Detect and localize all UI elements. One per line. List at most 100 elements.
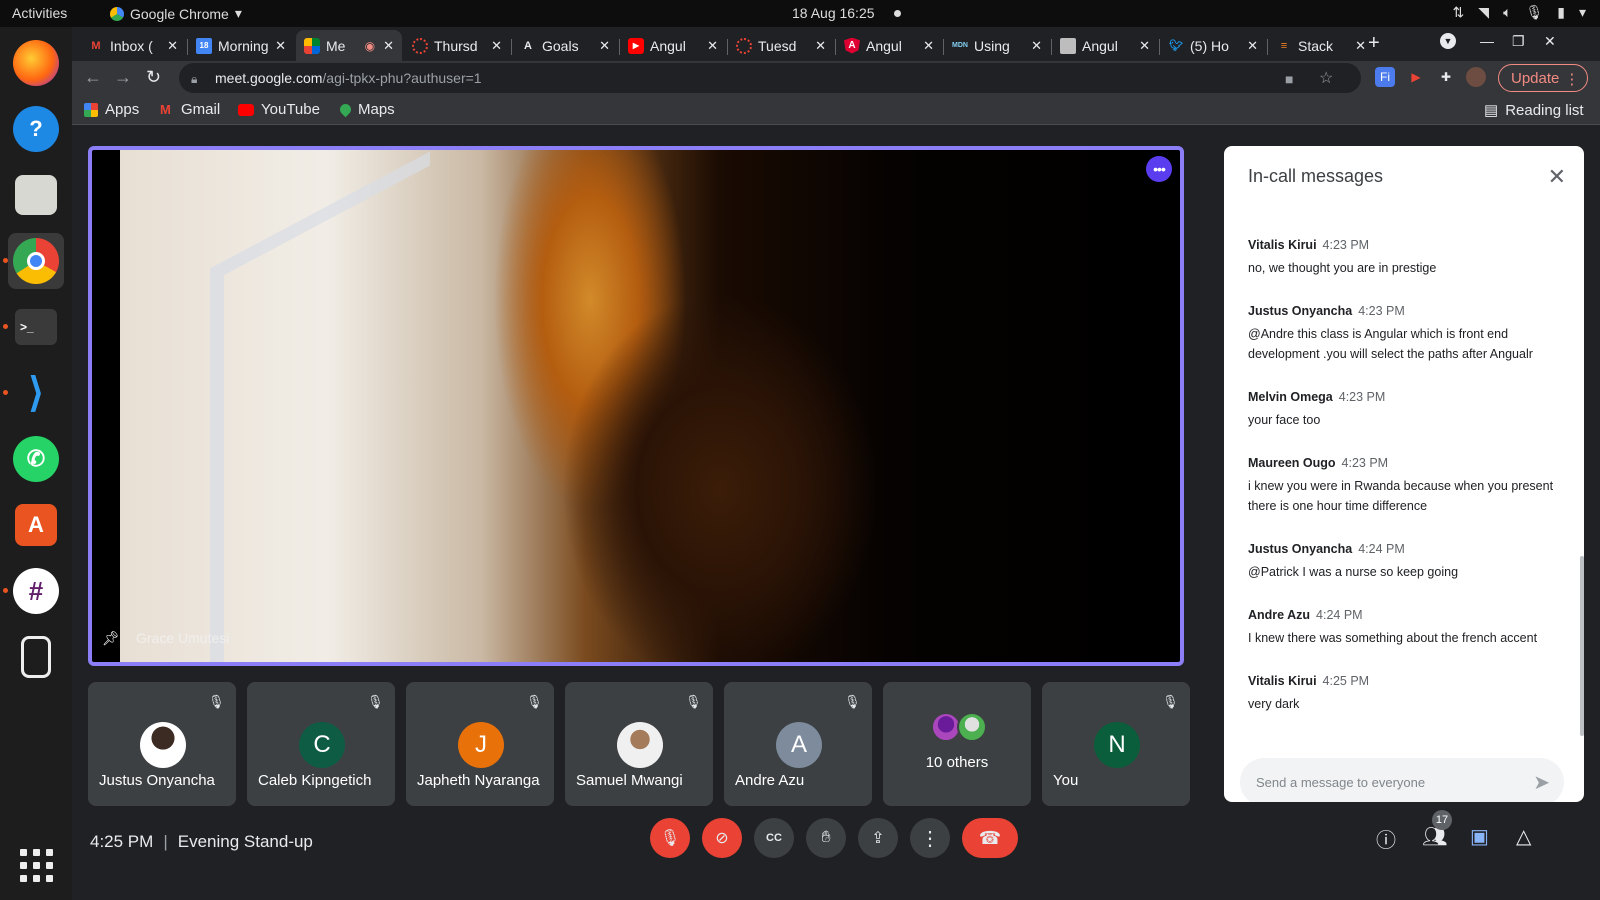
- close-icon[interactable]: ✕: [707, 38, 718, 54]
- dock-firefox[interactable]: [8, 35, 64, 91]
- close-icon[interactable]: ✕: [923, 38, 934, 54]
- mic-off-icon: 🎙︎: [367, 694, 384, 709]
- close-icon[interactable]: ✕: [1548, 164, 1566, 190]
- tab-morning[interactable]: 18 Morning ✕: [188, 30, 294, 61]
- bookmark-apps[interactable]: Apps: [84, 101, 139, 118]
- close-icon[interactable]: ✕: [815, 38, 826, 54]
- close-icon[interactable]: ✕: [1355, 38, 1366, 54]
- camera-toggle-button[interactable]: ⊘: [702, 818, 742, 858]
- mic-toggle-button[interactable]: 🎙︎: [650, 818, 690, 858]
- chat-icon[interactable]: ▣: [1470, 824, 1489, 849]
- reading-list-button[interactable]: ▤ Reading list: [1484, 101, 1584, 120]
- bookmark-youtube[interactable]: YouTube: [238, 101, 320, 118]
- pin-icon[interactable]: 📌︎: [102, 630, 120, 648]
- chat-message: Vitalis Kirui 4:23 PM no, we thought you …: [1248, 238, 1566, 278]
- raise-hand-button[interactable]: ✋︎: [806, 818, 846, 858]
- send-icon[interactable]: ➤: [1533, 770, 1550, 795]
- tab-angular-youtube[interactable]: ▶ Angul ✕: [620, 30, 726, 61]
- tab-inbox[interactable]: M Inbox ( ✕: [80, 30, 186, 61]
- participant-tile[interactable]: 🎙︎ A Andre Azu: [724, 682, 872, 806]
- tab-thursday[interactable]: Thursd ✕: [404, 30, 510, 61]
- system-tray[interactable]: ⇅ ◥ 🔈︎ 🎙︎ ▮ ▾: [1453, 4, 1586, 21]
- others-tile[interactable]: 10 others: [883, 682, 1031, 806]
- close-icon[interactable]: ✕: [275, 38, 286, 54]
- bookmark-label: Gmail: [181, 101, 221, 118]
- calendar-icon: 18: [196, 37, 212, 54]
- activities-icon[interactable]: △: [1516, 824, 1531, 849]
- extensions-puzzle-icon[interactable]: ✚: [1436, 67, 1456, 87]
- app-menu[interactable]: Google Chrome ▾: [110, 5, 242, 22]
- tab-angular-image[interactable]: Angul ✕: [1052, 30, 1158, 61]
- dock-media-player[interactable]: [8, 629, 64, 685]
- message-text: I knew there was something about the fre…: [1248, 631, 1538, 645]
- captions-button[interactable]: CC: [754, 818, 794, 858]
- participant-tile[interactable]: 🎙︎ C Caleb Kipngetich: [247, 682, 395, 806]
- tab-stackoverflow[interactable]: ≡ Stack ✕: [1268, 30, 1374, 61]
- message-time: 4:24 PM: [1358, 542, 1405, 556]
- participant-tile[interactable]: 🎙︎ J Japheth Nyaranga: [406, 682, 554, 806]
- leave-call-button[interactable]: ☎︎: [962, 818, 1018, 858]
- chat-message: Justus Onyancha 4:23 PM @Andre this class…: [1248, 304, 1566, 364]
- close-icon[interactable]: ✕: [383, 38, 394, 54]
- message-text: @Patrick I was a nurse so keep going: [1248, 565, 1459, 579]
- show-apps-icon[interactable]: [20, 849, 53, 882]
- dock-vscode[interactable]: ⟩: [8, 365, 64, 421]
- dock-help[interactable]: ?: [8, 101, 64, 157]
- dock-chrome[interactable]: [8, 233, 64, 289]
- microphone-icon: 🎙︎: [1525, 4, 1544, 20]
- dock-software-center[interactable]: A: [8, 497, 64, 553]
- back-arrow-icon[interactable]: ←: [84, 67, 102, 88]
- tab-tuesday[interactable]: Tuesd ✕: [728, 30, 834, 61]
- activities-button[interactable]: Activities: [12, 5, 67, 21]
- more-options-icon[interactable]: •••: [1146, 156, 1172, 182]
- tab-goals[interactable]: A Goals ✕: [512, 30, 618, 61]
- new-tab-button[interactable]: +: [1368, 32, 1380, 55]
- meeting-details-icon[interactable]: ⓘ: [1376, 824, 1396, 853]
- profile-avatar[interactable]: [1466, 67, 1486, 87]
- network-icon: ⇅: [1452, 4, 1465, 20]
- extension-record-icon[interactable]: ▶: [1406, 67, 1426, 87]
- bookmark-star-icon[interactable]: ☆: [1319, 68, 1333, 88]
- participant-tile[interactable]: 🎙︎ Justus Onyancha: [88, 682, 236, 806]
- close-icon[interactable]: ✕: [491, 38, 502, 54]
- extension-fi-icon[interactable]: Fi: [1375, 67, 1395, 87]
- message-composer[interactable]: Send a message to everyone ➤: [1240, 758, 1564, 802]
- system-clock[interactable]: 18 Aug 16:25: [792, 5, 875, 21]
- scrollbar[interactable]: [1580, 556, 1584, 736]
- participant-tile[interactable]: 🎙︎ Samuel Mwangi: [565, 682, 713, 806]
- camera-icon[interactable]: ■: [1285, 71, 1293, 87]
- close-icon[interactable]: ✕: [599, 38, 610, 54]
- close-icon[interactable]: ✕: [167, 38, 178, 54]
- bookmark-gmail[interactable]: M Gmail: [160, 101, 220, 118]
- bookmark-maps[interactable]: Maps: [337, 101, 395, 118]
- self-tile[interactable]: 🎙︎ N You: [1042, 682, 1190, 806]
- dock-slack[interactable]: #: [8, 563, 64, 619]
- present-button[interactable]: ⇪: [858, 818, 898, 858]
- present-screen-icon: ⇪: [871, 830, 885, 847]
- close-icon[interactable]: ✕: [1544, 33, 1556, 50]
- reload-icon[interactable]: ↻: [146, 67, 161, 88]
- forward-arrow-icon[interactable]: →: [114, 67, 132, 88]
- tab-meet[interactable]: Me ◉ ✕: [296, 30, 402, 61]
- main-video-tile[interactable]: 📌︎ Grace Umutesi •••: [88, 146, 1184, 666]
- dock-terminal[interactable]: >_: [8, 299, 64, 355]
- close-icon[interactable]: ✕: [1139, 38, 1150, 54]
- update-button[interactable]: Update ⋮: [1498, 64, 1589, 92]
- tab-using[interactable]: MDN Using ✕: [944, 30, 1050, 61]
- message-time: 4:23 PM: [1358, 304, 1405, 318]
- dock-files[interactable]: [8, 167, 64, 223]
- minimize-icon[interactable]: —: [1480, 33, 1494, 49]
- mic-off-icon: 🎙︎: [1162, 694, 1179, 709]
- dock-whatsapp[interactable]: ✆: [8, 431, 64, 487]
- tab-angular[interactable]: A Angul ✕: [836, 30, 942, 61]
- more-options-button[interactable]: ⋮: [910, 818, 950, 858]
- tab-twitter[interactable]: 🐦︎ (5) Ho ✕: [1160, 30, 1266, 61]
- address-bar[interactable]: 🔒︎ meet.google.com/agi-tpkx-phu?authuser…: [179, 63, 1361, 93]
- browser-toolbar: ← → ↻ 🔒︎ meet.google.com/agi-tpkx-phu?au…: [72, 61, 1600, 95]
- system-top-bar: Activities Google Chrome ▾ 18 Aug 16:25 …: [0, 0, 1600, 27]
- close-icon[interactable]: ✕: [1247, 38, 1258, 54]
- tab-search-icon[interactable]: ▼: [1440, 33, 1456, 49]
- restore-icon[interactable]: ❐: [1512, 33, 1525, 50]
- close-icon[interactable]: ✕: [1031, 38, 1042, 54]
- stackoverflow-icon: ≡: [1280, 39, 1288, 52]
